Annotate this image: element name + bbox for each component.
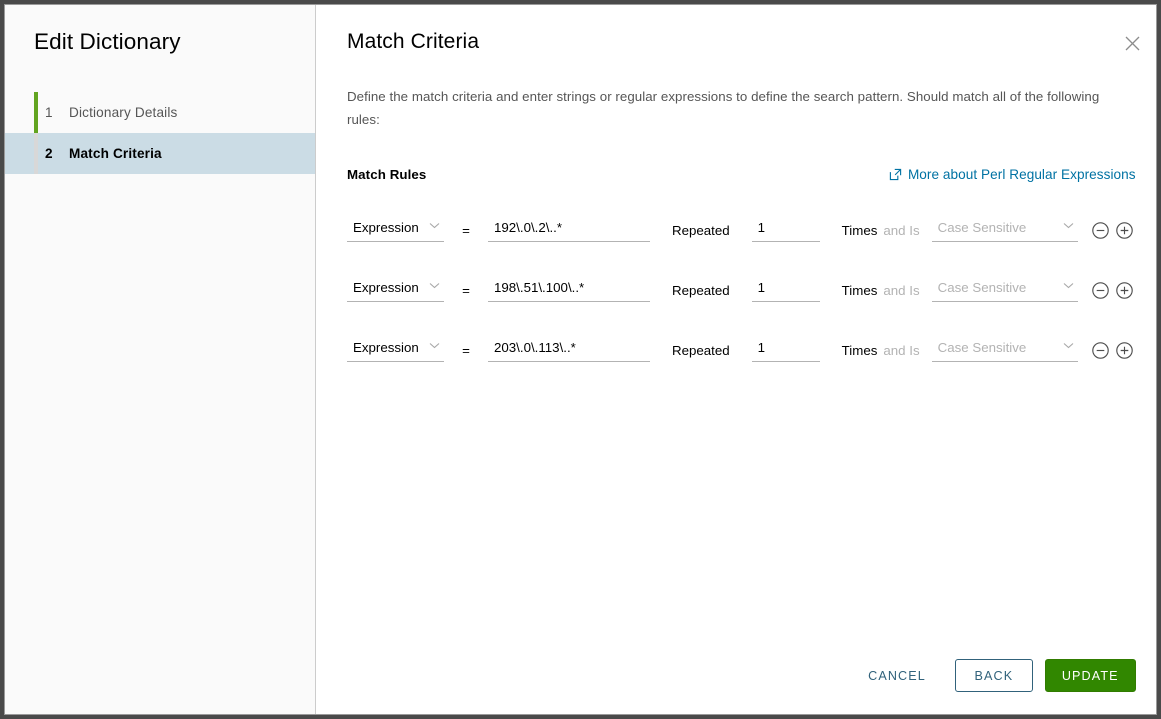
repeat-count-input[interactable] xyxy=(751,338,820,362)
step-label-2: Match Criteria xyxy=(69,146,162,161)
sidebar-item-dictionary-details[interactable]: 1 Dictionary Details xyxy=(5,92,315,133)
update-button[interactable]: Update xyxy=(1044,659,1136,692)
operator-select-wrapper: Expression xyxy=(347,338,444,362)
match-criteria-panel: Match Criteria Define the match criteria… xyxy=(316,5,1156,714)
repeated-label: Repeated xyxy=(672,342,730,358)
step-progress-bar-1 xyxy=(34,92,38,133)
case-sensitivity-select-wrapper: Case Sensitive xyxy=(931,278,1078,302)
case-sensitivity-select-wrapper: Case Sensitive xyxy=(931,338,1078,362)
case-sensitivity-select[interactable]: Case Sensitive xyxy=(931,338,1078,362)
circle-minus-icon[interactable] xyxy=(1090,279,1112,301)
sidebar-item-match-criteria[interactable]: 2 Match Criteria xyxy=(5,133,315,174)
repeat-count-input[interactable] xyxy=(751,218,820,242)
edit-dictionary-modal: Edit Dictionary 1 Dictionary Details 2 M… xyxy=(5,5,1156,714)
match-rules-header: Match Rules More about Perl Regular Expr… xyxy=(347,167,1136,182)
circle-plus-icon[interactable] xyxy=(1114,279,1136,301)
page-title: Match Criteria xyxy=(347,30,480,53)
equals-label: = xyxy=(462,222,470,238)
wizard-title: Edit Dictionary xyxy=(34,29,181,54)
cancel-button[interactable]: Cancel xyxy=(851,659,943,692)
times-label: Times xyxy=(841,282,878,298)
table-row: Expression = Repeated Times and Is xyxy=(347,320,1136,380)
operator-select-wrapper: Expression xyxy=(347,218,444,242)
perl-regex-help-label: More about Perl Regular Expressions xyxy=(907,167,1136,182)
match-rules-list: Expression = Repeated Times and Is xyxy=(347,200,1136,380)
equals-label: = xyxy=(462,342,470,358)
case-sensitivity-select[interactable]: Case Sensitive xyxy=(931,218,1078,242)
step-progress-bar-2 xyxy=(34,133,38,174)
wizard-sidebar: Edit Dictionary 1 Dictionary Details 2 M… xyxy=(5,5,316,714)
equals-label: = xyxy=(462,282,470,298)
expression-input[interactable] xyxy=(488,218,650,242)
operator-select[interactable]: Expression xyxy=(347,218,444,242)
close-icon[interactable] xyxy=(1119,29,1147,57)
perl-regex-help-link[interactable]: More about Perl Regular Expressions xyxy=(889,167,1136,182)
step-number-1: 1 xyxy=(45,105,53,120)
repeated-label: Repeated xyxy=(672,222,730,238)
row-actions xyxy=(1090,339,1136,361)
panel-description: Define the match criteria and enter stri… xyxy=(347,89,1100,127)
circle-minus-icon[interactable] xyxy=(1090,219,1112,241)
operator-select[interactable]: Expression xyxy=(347,338,444,362)
times-label: Times xyxy=(841,222,878,238)
step-number-2: 2 xyxy=(45,146,53,161)
wizard-step-list: 1 Dictionary Details 2 Match Criteria xyxy=(5,92,315,174)
circle-minus-icon[interactable] xyxy=(1090,339,1112,361)
expression-input[interactable] xyxy=(488,278,650,302)
and-is-label: and Is xyxy=(883,342,920,358)
times-label: Times xyxy=(841,342,878,358)
modal-footer: Cancel Back Update xyxy=(851,659,1136,692)
circle-plus-icon[interactable] xyxy=(1114,219,1136,241)
table-row: Expression = Repeated Times and Is xyxy=(347,260,1136,320)
table-row: Expression = Repeated Times and Is xyxy=(347,200,1136,260)
operator-select[interactable]: Expression xyxy=(347,278,444,302)
row-actions xyxy=(1090,279,1136,301)
operator-select-wrapper: Expression xyxy=(347,278,444,302)
row-actions xyxy=(1090,219,1136,241)
and-is-label: and Is xyxy=(883,222,920,238)
repeat-count-input[interactable] xyxy=(751,278,820,302)
external-link-icon xyxy=(889,168,902,181)
case-sensitivity-select[interactable]: Case Sensitive xyxy=(931,278,1078,302)
expression-input[interactable] xyxy=(488,338,650,362)
repeated-label: Repeated xyxy=(672,282,730,298)
match-rules-label: Match Rules xyxy=(347,167,427,182)
step-label-1: Dictionary Details xyxy=(69,105,178,120)
back-button[interactable]: Back xyxy=(954,659,1033,692)
and-is-label: and Is xyxy=(883,282,920,298)
circle-plus-icon[interactable] xyxy=(1114,339,1136,361)
case-sensitivity-select-wrapper: Case Sensitive xyxy=(931,218,1078,242)
